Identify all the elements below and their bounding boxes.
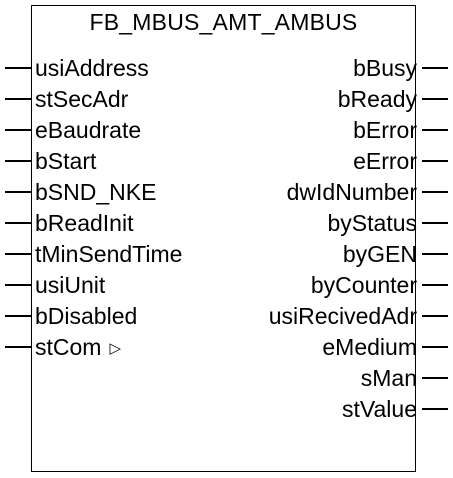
- output-pin-byGEN: byGEN: [211, 240, 448, 268]
- output-pin-line: [422, 191, 448, 193]
- output-pin-label: byGEN: [342, 241, 417, 267]
- output-pin-byCounter: byCounter: [211, 271, 448, 299]
- output-pin-dwIdNumber: dwIdNumber: [211, 178, 448, 206]
- output-pin-label: stValue: [341, 396, 417, 422]
- input-pin-line: [5, 67, 31, 69]
- input-pin-line: [5, 160, 31, 162]
- output-pin-label: bError: [353, 117, 417, 143]
- output-pin-bReady: bReady: [211, 85, 448, 113]
- input-pin-bSND_NKE: bSND_NKE: [5, 178, 205, 206]
- input-pin-bStart: bStart: [5, 147, 205, 175]
- output-pin-byStatus: byStatus: [211, 209, 448, 237]
- input-pin-stSecAdr: stSecAdr: [5, 85, 205, 113]
- output-pin-line: [422, 67, 448, 69]
- output-pin-label: byCounter: [310, 272, 417, 298]
- output-pin-label: usiRecivedAdr: [268, 303, 417, 329]
- output-pin-line: [422, 346, 448, 348]
- input-pin-line: [5, 191, 31, 193]
- input-pin-eBaudrate: eBaudrate: [5, 116, 205, 144]
- output-pin-line: [422, 222, 448, 224]
- output-pin-eMedium: eMedium: [211, 333, 448, 361]
- input-pin-label: stSecAdr: [35, 86, 129, 112]
- output-pin-line: [422, 98, 448, 100]
- input-pin-label: usiUnit: [35, 272, 106, 298]
- output-pin-label: eError: [353, 148, 417, 174]
- output-pin-label: eMedium: [322, 334, 417, 360]
- input-pin-label: bStart: [35, 148, 97, 174]
- output-pin-line: [422, 129, 448, 131]
- input-pin-label: bSND_NKE: [35, 179, 157, 205]
- input-pin-line: [5, 315, 31, 317]
- output-pin-label: bBusy: [353, 55, 417, 81]
- output-pin-label: bReady: [337, 86, 417, 112]
- output-pin-label: dwIdNumber: [286, 179, 417, 205]
- output-pin-line: [422, 377, 448, 379]
- output-pin-bError: bError: [211, 116, 448, 144]
- output-pin-label: byStatus: [327, 210, 418, 236]
- output-pin-line: [422, 160, 448, 162]
- input-pin-label-text: stCom: [35, 334, 102, 360]
- output-pin-label: sMan: [360, 365, 417, 391]
- input-pin-line: [5, 346, 31, 348]
- output-pin-usiRecivedAdr: usiRecivedAdr: [211, 302, 448, 330]
- output-pin-stValue: stValue: [211, 395, 448, 423]
- input-pin-label: bDisabled: [35, 303, 138, 329]
- input-pin-label: usiAddress: [35, 55, 149, 81]
- output-pin-line: [422, 315, 448, 317]
- output-pin-bBusy: bBusy: [211, 54, 448, 82]
- input-pin-line: [5, 253, 31, 255]
- input-pin-bDisabled: bDisabled: [5, 302, 205, 330]
- input-pin-line: [5, 129, 31, 131]
- output-pin-line: [422, 408, 448, 410]
- function-block-title: FB_MBUS_AMT_AMBUS: [89, 9, 358, 35]
- output-pin-line: [422, 284, 448, 286]
- input-pin-line: [5, 98, 31, 100]
- input-pin-usiUnit: usiUnit: [5, 271, 205, 299]
- input-pin-usiAddress: usiAddress: [5, 54, 205, 82]
- input-pin-label: stCom ▷: [35, 333, 121, 365]
- input-pin-label: tMinSendTime: [35, 241, 183, 267]
- input-pin-label: bReadInit: [35, 210, 134, 236]
- input-pin-bReadInit: bReadInit: [5, 209, 205, 237]
- output-pin-sMan: sMan: [211, 364, 448, 392]
- input-pin-tMinSendTime: tMinSendTime: [5, 240, 205, 268]
- output-pin-line: [422, 253, 448, 255]
- input-pin-line: [5, 284, 31, 286]
- input-pin-label: eBaudrate: [35, 117, 142, 143]
- input-pin-stCom: stCom ▷: [5, 333, 205, 361]
- input-pin-line: [5, 222, 31, 224]
- inout-triangle-icon: ▷: [109, 340, 121, 357]
- output-pin-eError: eError: [211, 147, 448, 175]
